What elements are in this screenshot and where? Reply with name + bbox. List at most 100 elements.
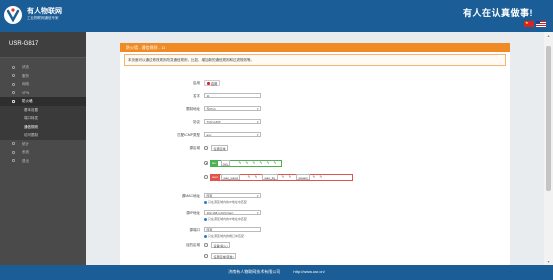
scroll-thumb[interactable] xyxy=(546,46,551,191)
sidebar-item-label: 退出 xyxy=(22,158,29,163)
sidebar-item-vpn[interactable]: VPN xyxy=(0,89,86,98)
panel-title: 防火墙 - 通信规则 - 11 xyxy=(120,43,510,52)
panel-description: 本页面可以通过修改规则改变通信规则，比如，增加新的通信规则和过滤规则等。 xyxy=(124,54,506,66)
source-zone-label: 源区域 xyxy=(189,146,201,150)
source-ip-select-value: 192.168.1.0/24 (lan) xyxy=(206,211,234,215)
info-icon xyxy=(204,234,207,238)
name-label: 名字 xyxy=(193,94,200,98)
top-header: 有人物联网 工业物联网通信专家 有人在认真做事! xyxy=(0,0,553,32)
source-ip-hint-text: 只在源区域内的IP地址中匹配 xyxy=(208,217,247,221)
info-icon xyxy=(204,217,207,221)
lan-zone-tag: lan: xyxy=(210,160,219,166)
brand-subtitle: 工业物联网通信专家 xyxy=(27,16,59,20)
wwan1-chip: wwan1 xyxy=(296,174,311,180)
sidebar-item-label: 统计 xyxy=(22,141,29,146)
edit-icon[interactable]: ✎ xyxy=(288,175,292,179)
family-label: 限制地址 xyxy=(186,107,200,111)
source-zone-wan-radio[interactable] xyxy=(204,175,208,179)
sidebar-item-label: VPN xyxy=(22,90,30,95)
dest-zone-device-radio[interactable] xyxy=(204,243,208,247)
enable-label: 启用 xyxy=(193,81,200,85)
source-zone-lan-radio[interactable] xyxy=(204,161,208,165)
device-model: USR-G817 xyxy=(0,32,86,58)
edit-icon[interactable]: ✎ xyxy=(266,161,270,165)
source-ip-label: 源IP地址 xyxy=(186,211,200,215)
page-scrollbar[interactable]: ▴ ▾ xyxy=(544,32,553,265)
footer-company: 济南有人物联网技术有限公司 xyxy=(228,269,281,274)
service-icon xyxy=(12,74,15,77)
edit-icon[interactable]: ✎ xyxy=(312,175,316,179)
source-ip-select[interactable]: 192.168.1.0/24 (lan) ▾ xyxy=(204,210,261,215)
sidebar-item-logout[interactable]: 退出 xyxy=(0,157,86,166)
chevron-down-icon: ▾ xyxy=(256,194,259,198)
source-zone-any-radio[interactable] xyxy=(204,146,208,150)
device-input-chip: 设备(输入) xyxy=(211,242,230,248)
sidebar-item-firewall[interactable]: 防火墙 xyxy=(0,97,86,106)
chevron-down-icon[interactable]: ▾ xyxy=(546,259,551,264)
chevron-down-icon: ▾ xyxy=(256,211,259,215)
source-mac-select-value: 所有 xyxy=(206,194,213,198)
footer: 济南有人物联网技术有限公司 http://www.usr.cn/ xyxy=(0,265,553,280)
sidebar-subitem-access-limit[interactable]: 访问限制 xyxy=(0,131,86,140)
protocol-select-value: TCP+UDP xyxy=(206,120,221,124)
sidebar-item-label: 状态 xyxy=(22,65,29,69)
usr-logo-icon xyxy=(4,6,22,24)
source-mac-hint-text: 只在源区域内的IP地址中匹配 xyxy=(208,200,247,204)
source-port-label: 源端口 xyxy=(189,228,201,232)
edit-icon[interactable]: ✎ xyxy=(259,161,263,165)
source-mac-select[interactable]: 所有 ▾ xyxy=(204,193,261,198)
family-select[interactable]: 仅IPv4 ▾ xyxy=(204,106,261,111)
dest-zone-any-radio[interactable] xyxy=(204,254,208,258)
chinese-flag-icon[interactable] xyxy=(524,20,534,27)
edit-icon[interactable]: ✎ xyxy=(319,175,323,179)
source-port-input[interactable]: 所有 xyxy=(204,227,261,232)
sidebar-item-label: 防火墙 xyxy=(22,99,33,103)
logout-icon xyxy=(12,159,15,162)
edit-icon[interactable]: ✎ xyxy=(254,175,258,179)
info-icon xyxy=(204,200,207,204)
protocol-label: 协议 xyxy=(193,120,200,124)
wan-4g-chip: wan_4g xyxy=(262,174,278,180)
edit-icon[interactable]: ✎ xyxy=(273,161,277,165)
protocol-select[interactable]: TCP+UDP ▾ xyxy=(204,119,261,124)
dest-zone-label: 目的区域 xyxy=(186,243,200,247)
edit-icon[interactable]: ✎ xyxy=(281,175,285,179)
network-icon xyxy=(12,82,15,86)
sidebar-item-stats[interactable]: 统计 xyxy=(0,140,86,149)
us-flag-icon[interactable] xyxy=(536,21,546,27)
edit-icon[interactable]: ✎ xyxy=(247,175,251,179)
sidebar-subitem-port-forward[interactable]: 端口转发 xyxy=(0,114,86,123)
name-input[interactable]: 11 xyxy=(204,93,261,98)
icmp-select[interactable]: any ▾ xyxy=(204,132,261,137)
sidebar-subitem-basic[interactable]: 基本设置 xyxy=(0,105,86,114)
enable-toggle-label: 启用 xyxy=(211,81,218,86)
sidebar-item-system[interactable]: 系统 xyxy=(0,148,86,157)
any-zone-forward-chip: 任意区域(转发) xyxy=(211,253,236,259)
main-content: 防火墙 - 通信规则 - 11 本页面可以通过修改规则改变通信规则，比如，增加新… xyxy=(86,32,544,265)
wan-wired-chip: wan_wired xyxy=(221,174,241,180)
source-port-hint-text: 只在源区域内的端口中匹配 xyxy=(208,234,245,238)
chevron-up-icon[interactable]: ▴ xyxy=(546,33,551,38)
chevron-down-icon: ▾ xyxy=(256,133,259,137)
edit-icon[interactable]: ✎ xyxy=(245,161,249,165)
icmp-label: 匹配ICMP类型 xyxy=(177,133,200,137)
toggle-dot-icon xyxy=(207,82,210,85)
enable-toggle-button[interactable]: 启用 xyxy=(204,79,221,86)
status-icon xyxy=(12,65,15,69)
sidebar-item-network[interactable]: 网络 xyxy=(0,80,86,89)
source-mac-hint: 只在源区域内的IP地址中匹配 xyxy=(204,200,247,204)
edit-icon[interactable]: ✎ xyxy=(238,161,242,165)
footer-url[interactable]: http://www.usr.cn/ xyxy=(293,269,324,274)
lan-zone-chip: lan xyxy=(221,160,231,166)
sidebar-item-status[interactable]: 状态 xyxy=(0,63,86,72)
source-port-hint: 只在源区域内的端口中匹配 xyxy=(204,234,244,238)
sidebar-subitem-traffic-rules[interactable]: 通信规则 xyxy=(0,122,86,131)
rule-edit-panel: 防火墙 - 通信规则 - 11 本页面可以通过修改规则改变通信规则，比如，增加新… xyxy=(120,43,510,265)
sidebar-item-label: 服务 xyxy=(22,73,29,78)
sidebar-item-service[interactable]: 服务 xyxy=(0,72,86,81)
wan-zone-tag: wan: xyxy=(210,174,220,180)
chevron-down-icon: ▾ xyxy=(256,120,259,124)
edit-icon[interactable]: ✎ xyxy=(252,161,256,165)
source-ip-hint: 只在源区域内的IP地址中匹配 xyxy=(204,217,247,221)
sidebar-item-label: 网络 xyxy=(22,82,29,86)
